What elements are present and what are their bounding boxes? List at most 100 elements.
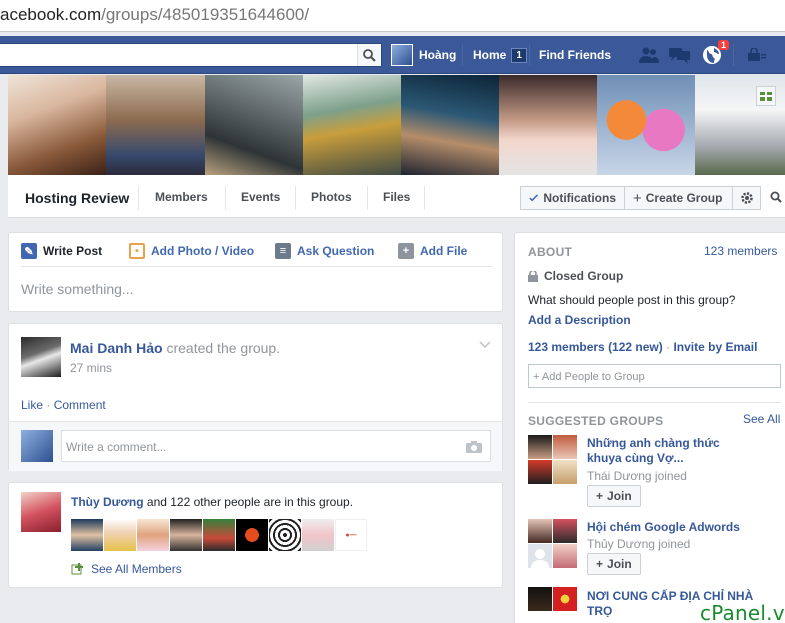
composer-input[interactable]: Write something... (21, 281, 134, 297)
plus-icon: + (596, 489, 604, 503)
tab-photos[interactable]: Photos (311, 190, 352, 204)
notifications-globe-icon[interactable]: 1 (699, 40, 729, 68)
create-group-button[interactable]: + Create Group (624, 186, 733, 210)
group-nav-bar: Hosting Review Members Events Photos Fil… (8, 175, 785, 218)
cover-photo-2 (106, 75, 205, 175)
new-members-count[interactable]: (122 new) (608, 340, 663, 354)
composer-tab-ask-question[interactable]: ≡ Ask Question (275, 243, 374, 259)
top-navigation-bar: Hoàng Home 1 Find Friends 1 (0, 36, 785, 74)
see-all-members-link[interactable]: See All Members (71, 562, 182, 576)
notifications-label: Notifications (543, 191, 616, 205)
camera-icon[interactable] (466, 440, 482, 453)
default-avatar-icon[interactable] (528, 544, 552, 568)
suggested-group-joined: Thủy Dương joined (587, 537, 691, 551)
comment-input[interactable]: Write a comment... (61, 430, 491, 462)
search-input[interactable] (0, 43, 382, 67)
composer-tab-write-post[interactable]: ✎ Write Post (21, 243, 102, 259)
suggested-group-joined: Thái Dương joined (587, 469, 687, 483)
tab-files[interactable]: Files (383, 190, 410, 204)
cover-photo-4 (303, 75, 401, 175)
group-name[interactable]: Hosting Review (25, 190, 129, 206)
add-people-input[interactable]: + Add People to Group (528, 364, 781, 388)
add-description-link[interactable]: Add a Description (528, 313, 631, 327)
group-created-post: Mai Danh Hảo created the group. 27 mins … (8, 323, 503, 471)
suggested-group-name[interactable]: Hội chém Google Adwords (587, 520, 772, 534)
plus-icon: + (633, 189, 642, 207)
composer-tab-add-file[interactable]: + Add File (398, 243, 467, 259)
about-members-count[interactable]: 123 members (704, 244, 777, 258)
post-timestamp[interactable]: 27 mins (70, 361, 112, 375)
members-count-text: and 122 other people are in this group. (146, 495, 354, 509)
cover-photo-1 (8, 75, 106, 175)
suggested-groups-header: SUGGESTED GROUPS (528, 414, 664, 428)
tab-members[interactable]: Members (155, 190, 208, 204)
find-friends-link[interactable]: Find Friends (539, 36, 611, 74)
group-members-card: Thùy Dương and 122 other people are in t… (8, 482, 503, 588)
add-member-icon (71, 563, 83, 575)
cover-photo-3 (205, 75, 303, 175)
description-prompt: What should people post in this group? (528, 293, 736, 307)
lock-icon (528, 270, 538, 282)
url-text[interactable]: acebook.com/groups/485019351644600/ (0, 5, 309, 25)
add-photo-icon[interactable] (756, 86, 776, 106)
about-sidebar: ABOUT 123 members Closed Group What shou… (514, 232, 785, 623)
post-action-text: created the group. (166, 340, 281, 356)
suggested-see-all-link[interactable]: See All (743, 412, 780, 426)
post-options-chevron-icon[interactable] (479, 338, 491, 352)
home-link[interactable]: Home 1 (473, 36, 527, 74)
join-group-button[interactable]: + Join (587, 485, 641, 507)
cover-photo-6 (499, 75, 597, 175)
member-name-link[interactable]: Thùy Dương (71, 495, 144, 509)
search-icon[interactable] (357, 44, 381, 66)
member-thumb[interactable] (137, 519, 169, 551)
notifications-button[interactable]: Notifications (520, 186, 625, 210)
plus-icon: + (596, 557, 604, 571)
cover-photo-7 (597, 75, 695, 175)
notification-count-badge: 1 (717, 40, 729, 50)
profile-name: Hoàng (419, 48, 457, 62)
member-avatar[interactable] (21, 492, 61, 532)
group-search-icon[interactable] (770, 191, 782, 206)
member-thumb[interactable] (269, 519, 301, 551)
browser-address-bar[interactable]: acebook.com/groups/485019351644600/ (0, 0, 785, 32)
like-link[interactable]: Like (21, 398, 43, 412)
pencil-icon: ✎ (21, 243, 37, 259)
member-thumb[interactable] (302, 519, 334, 551)
author-avatar[interactable] (21, 337, 61, 377)
commenter-avatar (21, 430, 53, 462)
member-thumb[interactable] (203, 519, 235, 551)
home-label: Home (473, 48, 507, 62)
join-group-button[interactable]: + Join (587, 553, 641, 575)
post-composer: ✎ Write Post ▪ Add Photo / Video ≡ Ask Q… (8, 232, 503, 312)
add-file-icon: + (398, 243, 414, 259)
composer-tab-add-photo[interactable]: ▪ Add Photo / Video (129, 243, 254, 259)
tab-events[interactable]: Events (241, 190, 280, 204)
members-link[interactable]: 123 members (528, 340, 605, 354)
question-list-icon: ≡ (275, 243, 291, 259)
find-friends-label: Find Friends (539, 48, 611, 62)
member-thumb[interactable] (104, 519, 136, 551)
member-thumb[interactable]: ●— (335, 519, 367, 551)
post-author-link[interactable]: Mai Danh Hảo (70, 340, 163, 356)
photo-icon: ▪ (129, 243, 145, 259)
comment-area: Write a comment... (9, 421, 502, 471)
checkmark-icon (529, 194, 539, 202)
member-thumb[interactable] (170, 519, 202, 551)
messages-icon[interactable] (667, 42, 693, 68)
group-privacy: Closed Group (544, 269, 624, 283)
member-thumb[interactable] (71, 519, 103, 551)
member-thumbnails: ●— (71, 519, 367, 551)
home-count-badge: 1 (511, 47, 527, 63)
suggested-group-name[interactable]: Những anh chàng thức khuya cùng Vợ... (587, 436, 757, 466)
about-header: ABOUT (528, 245, 573, 259)
create-group-label: Create Group (645, 191, 723, 205)
profile-link[interactable]: Hoàng (391, 36, 456, 74)
privacy-shortcuts-icon[interactable] (744, 42, 770, 68)
cover-photo-5 (401, 75, 499, 175)
member-thumb[interactable] (236, 519, 268, 551)
invite-by-email-link[interactable]: Invite by Email (673, 340, 757, 354)
settings-gear-icon[interactable] (732, 186, 761, 210)
group-cover-photo[interactable] (8, 75, 785, 175)
comment-link[interactable]: Comment (54, 398, 106, 412)
friend-requests-icon[interactable] (636, 42, 662, 68)
